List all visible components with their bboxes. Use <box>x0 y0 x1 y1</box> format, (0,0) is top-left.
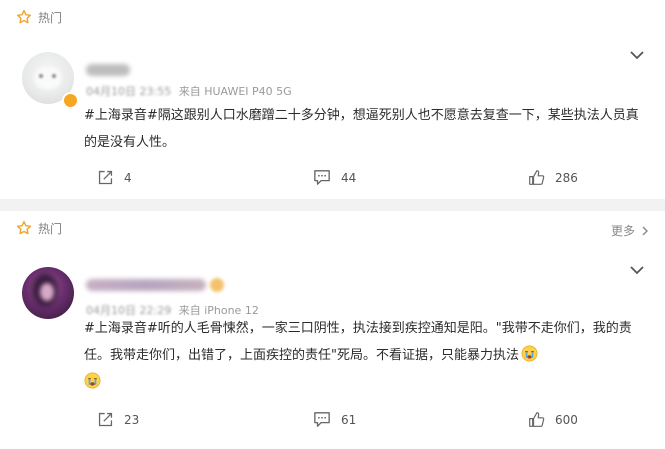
more-link[interactable]: 更多 <box>611 222 649 239</box>
repost-count: 23 <box>124 412 140 427</box>
username-blurred[interactable] <box>86 279 206 291</box>
repost-count: 4 <box>124 170 132 185</box>
post-text: #上海录音#听的人毛骨悚然，一家三口阴性，执法接到疾控通知是阳。"我带不走你们，… <box>84 315 644 396</box>
hot-section-header: 热门 <box>16 7 62 27</box>
star-icon <box>17 10 31 24</box>
repost-icon <box>98 170 113 185</box>
vip-badge-icon <box>210 278 224 292</box>
post-time: 04月10日 23:55 <box>86 85 172 98</box>
like-count: 286 <box>555 170 578 185</box>
verified-badge-icon <box>62 92 79 109</box>
chevron-down-icon[interactable] <box>630 265 644 275</box>
comment-count: 44 <box>341 170 357 185</box>
comment-button[interactable]: 44 <box>313 169 356 186</box>
action-bar: 4 44 286 <box>0 169 665 189</box>
repost-button[interactable]: 4 <box>97 169 132 186</box>
crying-emoji-icon <box>521 345 538 362</box>
post-text: #上海录音#隔这跟别人口水磨蹭二十多分钟，想逼死别人也不愿意去复查一下，某些执法… <box>84 102 644 156</box>
comment-count: 61 <box>341 412 357 427</box>
post-meta: 04月10日 23:55 来自 HUAWEI P40 5G <box>86 83 292 99</box>
chevron-down-icon[interactable] <box>630 50 644 60</box>
like-icon <box>529 170 545 185</box>
like-icon <box>529 412 545 427</box>
like-count: 600 <box>555 412 578 427</box>
post-body: #上海录音#听的人毛骨悚然，一家三口阴性，执法接到疾控通知是阳。"我带不走你们，… <box>84 321 632 363</box>
star-icon <box>17 221 31 235</box>
post-source: 来自 HUAWEI P40 5G <box>178 85 292 98</box>
crying-emoji-icon <box>84 372 101 389</box>
chevron-right-icon <box>642 226 648 235</box>
like-button[interactable]: 286 <box>528 169 578 186</box>
avatar[interactable] <box>22 267 74 319</box>
comment-icon <box>314 412 330 427</box>
action-bar: 23 61 600 <box>0 411 665 431</box>
repost-button[interactable]: 23 <box>97 411 139 428</box>
comment-icon <box>314 170 330 185</box>
more-label: 更多 <box>610 224 635 238</box>
post-body: #上海录音#隔这跟别人口水磨蹭二十多分钟，想逼死别人也不愿意去复查一下，某些执法… <box>84 108 639 150</box>
hot-section-header: 热门 <box>16 218 62 238</box>
comment-button[interactable]: 61 <box>313 411 356 428</box>
post-card-2: 热门 更多 04月10日 22:29 来自 iPhone 12 #上海录音#听的… <box>0 211 665 449</box>
post-card-1: 热门 04月10日 23:55 来自 HUAWEI P40 5G #上海录音#隔… <box>0 0 665 199</box>
hot-label: 热门 <box>38 221 63 236</box>
hot-label: 热门 <box>38 10 63 25</box>
like-button[interactable]: 600 <box>528 411 578 428</box>
repost-icon <box>98 412 113 427</box>
username-blurred[interactable] <box>86 64 130 76</box>
